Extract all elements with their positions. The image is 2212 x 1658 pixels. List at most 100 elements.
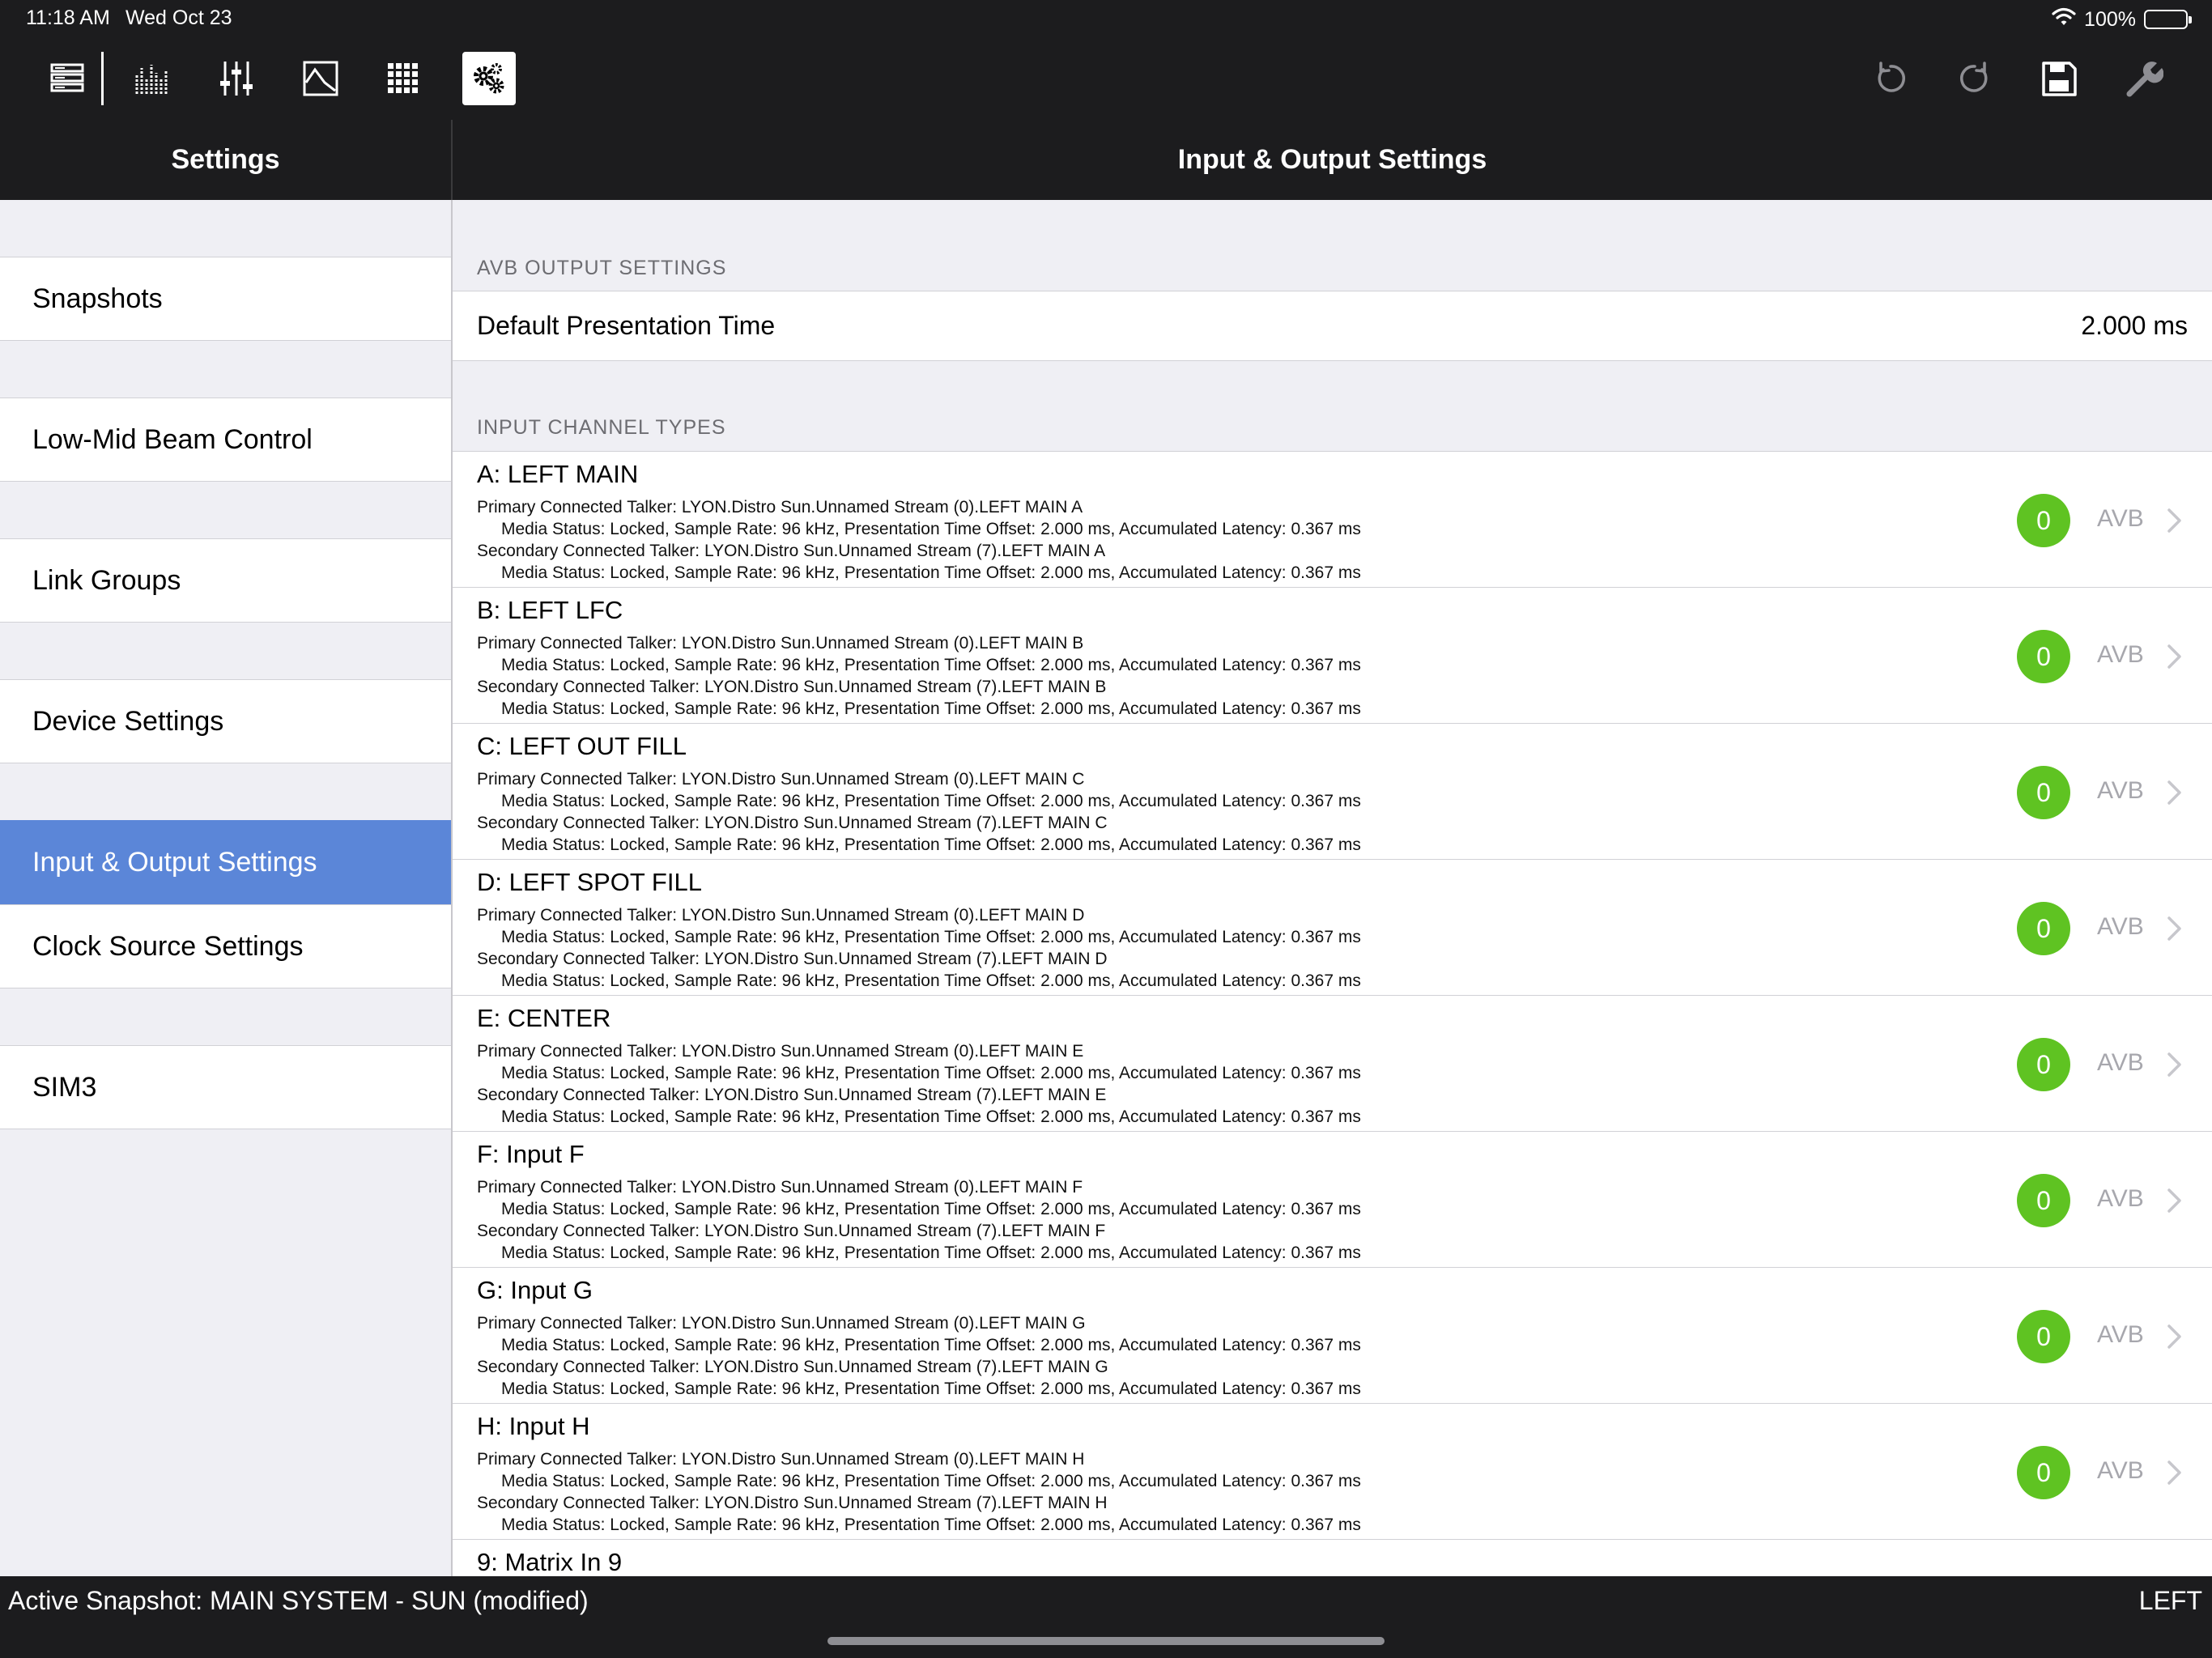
channel-row-g[interactable]: G: Input G Primary Connected Talker: LYO… (453, 1268, 2212, 1404)
channel-row-e[interactable]: E: CENTER Primary Connected Talker: LYON… (453, 996, 2212, 1132)
secondary-media-status: Media Status: Locked, Sample Rate: 96 kH… (501, 1516, 1361, 1534)
primary-talker: Primary Connected Talker: LYON.Distro Su… (477, 1042, 1084, 1061)
meter-bank-icon[interactable] (125, 52, 179, 105)
active-snapshot-label: Active Snapshot: MAIN SYSTEM - SUN (modi… (8, 1586, 589, 1615)
channel-row-a[interactable]: A: LEFT MAIN Primary Connected Talker: L… (453, 452, 2212, 588)
sidebar-item-input-output-settings[interactable]: Input & Output Settings (0, 820, 451, 904)
channel-row-b[interactable]: B: LEFT LFC Primary Connected Talker: LY… (453, 588, 2212, 724)
channel-title: 9: Matrix In 9 (477, 1548, 623, 1576)
channel-title: D: LEFT SPOT FILL (477, 868, 702, 896)
chevron-right-icon (2167, 644, 2181, 669)
primary-media-status: Media Status: Locked, Sample Rate: 96 kH… (501, 1472, 1361, 1490)
avb-output-section-header: AVB OUTPUT SETTINGS (477, 257, 727, 279)
primary-media-status: Media Status: Locked, Sample Rate: 96 kH… (501, 792, 1361, 810)
secondary-media-status: Media Status: Locked, Sample Rate: 96 kH… (501, 1244, 1361, 1262)
channel-count-badge: 0 (2017, 1038, 2070, 1091)
channel-type: AVB (2097, 777, 2144, 804)
grid-icon[interactable] (378, 52, 432, 105)
channel-type: AVB (2097, 1049, 2144, 1076)
primary-talker: Primary Connected Talker: LYON.Distro Su… (477, 498, 1083, 517)
channel-title: C: LEFT OUT FILL (477, 732, 687, 760)
primary-talker: Primary Connected Talker: LYON.Distro Su… (477, 1450, 1085, 1469)
chevron-right-icon (2167, 916, 2181, 941)
secondary-media-status: Media Status: Locked, Sample Rate: 96 kH… (501, 563, 1361, 582)
channel-row-c[interactable]: C: LEFT OUT FILL Primary Connected Talke… (453, 724, 2212, 860)
sidebar-item-link-groups[interactable]: Link Groups (0, 538, 451, 623)
chevron-right-icon (2167, 780, 2181, 805)
channel-count-badge: 0 (2017, 630, 2070, 683)
save-icon[interactable] (2032, 52, 2086, 105)
primary-talker: Primary Connected Talker: LYON.Distro Su… (477, 1178, 1083, 1197)
channel-title: F: Input F (477, 1140, 585, 1168)
secondary-talker: Secondary Connected Talker: LYON.Distro … (477, 814, 1108, 832)
secondary-media-status: Media Status: Locked, Sample Rate: 96 kH… (501, 1380, 1361, 1398)
channel-count-badge: 0 (2017, 494, 2070, 547)
primary-media-status: Media Status: Locked, Sample Rate: 96 kH… (501, 520, 1361, 538)
sidebar-item-clock-source-settings[interactable]: Clock Source Settings (0, 904, 451, 988)
channel-row-h[interactable]: H: Input H Primary Connected Talker: LYO… (453, 1404, 2212, 1540)
channel-type: AVB (2097, 1457, 2144, 1484)
wifi-icon (2052, 7, 2076, 32)
sidebar-item-label: Input & Output Settings (32, 846, 317, 878)
channel-count-badge: 0 (2017, 766, 2070, 819)
secondary-talker: Secondary Connected Talker: LYON.Distro … (477, 678, 1107, 696)
sidebar-item-label: SIM3 (32, 1071, 97, 1103)
redo-icon[interactable] (1948, 52, 2001, 105)
undo-icon[interactable] (1864, 52, 1917, 105)
primary-talker: Primary Connected Talker: LYON.Distro Su… (477, 770, 1085, 789)
primary-media-status: Media Status: Locked, Sample Rate: 96 kH… (501, 656, 1361, 674)
primary-media-status: Media Status: Locked, Sample Rate: 96 kH… (501, 1200, 1361, 1218)
channel-title: B: LEFT LFC (477, 596, 623, 624)
sidebar-item-label: Device Settings (32, 705, 224, 737)
primary-talker: Primary Connected Talker: LYON.Distro Su… (477, 634, 1084, 653)
primary-talker: Primary Connected Talker: LYON.Distro Su… (477, 1314, 1086, 1333)
primary-media-status: Media Status: Locked, Sample Rate: 96 kH… (501, 1336, 1361, 1354)
bottom-status-bar: Active Snapshot: MAIN SYSTEM - SUN (modi… (0, 1576, 2212, 1658)
chevron-right-icon (2167, 1188, 2181, 1213)
chevron-right-icon (2167, 508, 2181, 533)
presentation-time-value: 2.000 ms (2081, 311, 2188, 340)
faders-icon[interactable] (210, 52, 263, 105)
channel-count-badge: 0 (2017, 1174, 2070, 1227)
chevron-right-icon (2167, 1460, 2181, 1485)
sidebar-item-label: Low-Mid Beam Control (32, 423, 313, 455)
channel-title: E: CENTER (477, 1004, 611, 1032)
channel-title: G: Input G (477, 1276, 593, 1304)
eq-graph-icon[interactable] (294, 52, 347, 105)
sidebar-item-low-mid-beam-control[interactable]: Low-Mid Beam Control (0, 397, 451, 482)
sidebar-item-snapshots[interactable]: Snapshots (0, 257, 451, 341)
wrench-icon[interactable] (2116, 52, 2170, 105)
settings-gears-icon[interactable] (462, 52, 516, 105)
channel-title: A: LEFT MAIN (477, 460, 639, 488)
secondary-media-status: Media Status: Locked, Sample Rate: 96 kH… (501, 971, 1361, 990)
sidebar-title: Settings (171, 144, 280, 175)
sidebar: Snapshots Low-Mid Beam Control Link Grou… (0, 200, 451, 1576)
channel-row-9[interactable]: 9: Matrix In 9 (453, 1540, 2212, 1576)
secondary-talker: Secondary Connected Talker: LYON.Distro … (477, 1086, 1107, 1104)
device-side-label: LEFT (2138, 1586, 2202, 1615)
home-indicator[interactable] (827, 1637, 1385, 1645)
primary-media-status: Media Status: Locked, Sample Rate: 96 kH… (501, 928, 1361, 946)
toolbar-divider (101, 52, 104, 105)
secondary-media-status: Media Status: Locked, Sample Rate: 96 kH… (501, 835, 1361, 854)
status-right: 100% (2052, 6, 2192, 32)
channel-type: AVB (2097, 1321, 2144, 1348)
chevron-right-icon (2167, 1052, 2181, 1077)
channel-type: AVB (2097, 913, 2144, 940)
channel-row-f[interactable]: F: Input F Primary Connected Talker: LYO… (453, 1132, 2212, 1268)
default-presentation-time-row[interactable]: Default Presentation Time 2.000 ms (453, 291, 2212, 361)
secondary-talker: Secondary Connected Talker: LYON.Distro … (477, 542, 1106, 560)
input-channel-section-header: INPUT CHANNEL TYPES (477, 416, 726, 439)
channel-count-badge: 0 (2017, 1446, 2070, 1499)
battery-icon (2144, 10, 2192, 29)
rack-icon[interactable] (40, 52, 94, 105)
sidebar-item-sim3[interactable]: SIM3 (0, 1045, 451, 1129)
channel-row-d[interactable]: D: LEFT SPOT FILL Primary Connected Talk… (453, 860, 2212, 996)
secondary-talker: Secondary Connected Talker: LYON.Distro … (477, 1358, 1108, 1376)
sidebar-item-device-settings[interactable]: Device Settings (0, 679, 451, 763)
secondary-media-status: Media Status: Locked, Sample Rate: 96 kH… (501, 699, 1361, 718)
primary-talker: Primary Connected Talker: LYON.Distro Su… (477, 906, 1085, 925)
channel-count-badge: 0 (2017, 902, 2070, 955)
presentation-time-label: Default Presentation Time (477, 311, 776, 340)
channel-list: A: LEFT MAIN Primary Connected Talker: L… (453, 451, 2212, 1576)
